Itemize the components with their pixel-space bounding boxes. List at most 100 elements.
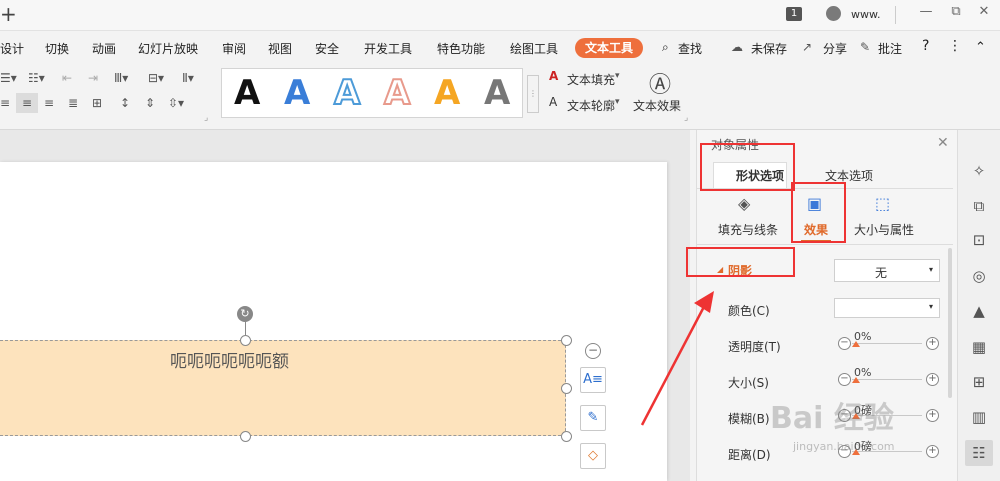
- shape-fill-icon[interactable]: ◇: [580, 443, 606, 469]
- page-count-badge[interactable]: 1: [786, 7, 802, 21]
- wordart-outline-pink[interactable]: A: [383, 72, 411, 114]
- decrease-icon[interactable]: −: [838, 337, 851, 350]
- menu-transition[interactable]: 切换: [45, 40, 69, 57]
- menu-design[interactable]: 设计: [0, 40, 24, 57]
- menu-security[interactable]: 安全: [315, 40, 339, 57]
- watermark-url: jingyan.baidu.com: [793, 440, 895, 453]
- increase-icon[interactable]: +: [926, 337, 939, 350]
- align-left-icon[interactable]: ≡: [0, 96, 10, 110]
- dialog-launcher-icon[interactable]: ⌟: [684, 113, 688, 123]
- slider-thumb[interactable]: [852, 377, 860, 383]
- shadow-color-dropdown[interactable]: ▾: [834, 298, 940, 318]
- chart-icon[interactable]: ▥: [969, 407, 989, 427]
- menu-find[interactable]: 查找: [678, 40, 702, 57]
- increase-indent-icon[interactable]: ⇥: [88, 71, 98, 85]
- cloud-icon: ☁: [731, 40, 743, 54]
- resize-handle[interactable]: [240, 431, 251, 442]
- slider-thumb[interactable]: [852, 341, 860, 347]
- table-icon[interactable]: ▦: [969, 337, 989, 357]
- wordart-outline-blue[interactable]: A: [333, 72, 361, 114]
- share-button[interactable]: 分享: [823, 40, 847, 57]
- help-button[interactable]: ?: [922, 38, 929, 54]
- text-fill-button[interactable]: 文本填充: [567, 71, 615, 88]
- menu-devtools[interactable]: 开发工具: [364, 40, 412, 57]
- shapes-icon[interactable]: ⧉: [969, 196, 989, 216]
- text-box-content[interactable]: 呃呃呃呃呃呃额: [170, 347, 289, 372]
- menu-slideshow[interactable]: 幻灯片放映: [138, 40, 198, 57]
- menu-text-tools[interactable]: 文本工具: [575, 38, 644, 58]
- menu-animation[interactable]: 动画: [92, 40, 116, 57]
- close-icon[interactable]: ✕: [937, 135, 949, 151]
- align-text-icon[interactable]: Ⅱ▾: [182, 71, 194, 85]
- decrease-icon[interactable]: −: [838, 373, 851, 386]
- ribbon: ☰▾ ☷▾ ⇤ ⇥ Ⅲ▾ ⊟▾ Ⅱ▾ ≡ ≡ ≡ ≣ ⊞ ↕ ⇕ ⇳▾ ⌟ A …: [0, 63, 1000, 130]
- text-direction-icon[interactable]: ⊟▾: [148, 71, 164, 85]
- align-center-icon[interactable]: ≡: [16, 93, 38, 113]
- comment-button[interactable]: 批注: [878, 40, 902, 57]
- minimize-button[interactable]: —: [917, 4, 935, 19]
- text-layout-icon[interactable]: A≡: [580, 367, 606, 393]
- close-button[interactable]: ✕: [975, 4, 993, 19]
- size-slider[interactable]: [852, 379, 922, 380]
- wordart-gray[interactable]: A: [484, 73, 510, 113]
- shadow-preset-dropdown[interactable]: 无 ▾: [834, 259, 940, 282]
- objects-icon[interactable]: ⊡: [969, 230, 989, 250]
- distribute-icon[interactable]: ⊞: [92, 96, 102, 110]
- bullet-list-icon[interactable]: ☰▾: [0, 71, 17, 85]
- numbered-list-icon[interactable]: ☷▾: [28, 71, 45, 85]
- properties-icon[interactable]: ☷: [965, 440, 993, 466]
- more-button[interactable]: ⋮: [948, 38, 962, 54]
- restore-button[interactable]: ⧉: [947, 4, 965, 19]
- resize-handle[interactable]: [240, 335, 251, 346]
- column-icon[interactable]: Ⅲ▾: [114, 71, 128, 85]
- menu-features[interactable]: 特色功能: [437, 40, 485, 57]
- wordart-blue[interactable]: A: [284, 73, 310, 113]
- avatar[interactable]: [826, 6, 841, 21]
- location-icon[interactable]: ◎: [969, 266, 989, 286]
- spacing-dropdown-icon[interactable]: ⇳▾: [168, 96, 184, 110]
- divider: [895, 6, 896, 24]
- menu-view[interactable]: 视图: [268, 40, 292, 57]
- text-outline-icon[interactable]: A: [549, 95, 557, 109]
- new-tab-button[interactable]: +: [0, 2, 17, 26]
- pen-icon[interactable]: ✎: [580, 405, 606, 431]
- collapse-ribbon-button[interactable]: ⌃: [975, 40, 986, 55]
- chevron-down-icon[interactable]: ▾: [615, 71, 620, 81]
- user-name[interactable]: www.: [851, 8, 880, 21]
- increase-icon[interactable]: +: [926, 373, 939, 386]
- text-effects-icon[interactable]: Ⓐ: [649, 67, 671, 99]
- menu-drawing-tools[interactable]: 绘图工具: [510, 40, 558, 57]
- text-fill-icon[interactable]: A: [549, 69, 558, 83]
- increase-icon[interactable]: +: [926, 409, 939, 422]
- gallery-scroll-icon[interactable]: ⋮: [527, 75, 539, 113]
- size-icon: ⬚: [875, 194, 891, 213]
- transparency-slider[interactable]: [852, 343, 922, 344]
- menu-review[interactable]: 审阅: [222, 40, 246, 57]
- pin-icon[interactable]: ✧: [969, 161, 989, 181]
- grid-icon[interactable]: ⊞: [969, 372, 989, 392]
- wordart-black[interactable]: A: [234, 73, 260, 113]
- align-right-icon[interactable]: ≡: [44, 96, 54, 110]
- search-icon[interactable]: ⌕: [662, 40, 669, 55]
- increase-icon[interactable]: +: [926, 445, 939, 458]
- layers-icon[interactable]: ▲: [969, 301, 989, 321]
- line-spacing-icon[interactable]: ↕: [120, 96, 130, 110]
- resize-handle[interactable]: [561, 335, 572, 346]
- save-status[interactable]: 未保存: [751, 40, 787, 57]
- justify-icon[interactable]: ≣: [68, 96, 78, 110]
- paragraph-spacing-icon[interactable]: ⇕: [145, 96, 155, 110]
- panel-scrollbar[interactable]: [948, 248, 952, 398]
- annotation-arrow: [640, 291, 714, 426]
- wordart-orange[interactable]: A: [434, 73, 460, 113]
- dialog-launcher-icon[interactable]: ⌟: [204, 113, 208, 123]
- text-outline-button[interactable]: 文本轮廓: [567, 97, 615, 114]
- resize-handle[interactable]: [561, 383, 572, 394]
- chevron-down-icon[interactable]: ▾: [615, 97, 620, 107]
- collapse-float-toolbar-icon[interactable]: −: [585, 343, 601, 359]
- subtab-fill-line[interactable]: 填充与线条: [718, 221, 778, 238]
- rotate-handle-icon[interactable]: ↻: [237, 306, 253, 322]
- subtab-size-properties[interactable]: 大小与属性: [854, 221, 914, 238]
- decrease-indent-icon[interactable]: ⇤: [62, 71, 72, 85]
- text-effects-button[interactable]: 文本效果: [633, 97, 681, 114]
- resize-handle[interactable]: [561, 431, 572, 442]
